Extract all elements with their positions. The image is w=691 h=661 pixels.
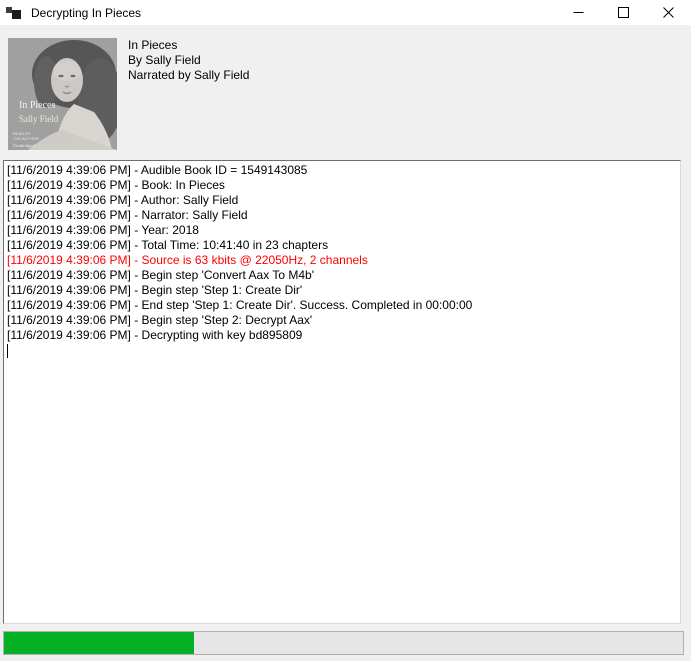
log-line: [11/6/2019 4:39:06 PM] - Year: 2018	[7, 223, 676, 238]
log-line: [11/6/2019 4:39:06 PM] - Begin step 'Ste…	[7, 313, 676, 328]
log-line: [11/6/2019 4:39:06 PM] - Decrypting with…	[7, 328, 676, 343]
book-narrator-label: Narrated by Sally Field	[128, 68, 249, 83]
app-window: Decrypting In Pieces	[0, 0, 691, 661]
log-line: [11/6/2019 4:39:06 PM] - Total Time: 10:…	[7, 238, 676, 253]
log-line: [11/6/2019 4:39:06 PM] - Begin step 'Ste…	[7, 283, 676, 298]
close-button[interactable]	[646, 0, 691, 25]
log-line: [11/6/2019 4:39:06 PM] - Begin step 'Con…	[7, 268, 676, 283]
app-icon	[6, 5, 22, 21]
log-textbox[interactable]: [11/6/2019 4:39:06 PM] - Audible Book ID…	[3, 160, 681, 624]
maximize-button[interactable]	[601, 0, 646, 25]
close-icon	[663, 7, 674, 18]
book-author-label: By Sally Field	[128, 53, 249, 68]
maximize-icon	[618, 7, 629, 18]
book-cover-image: In Pieces Sally Field READ BY THE AUTHOR…	[8, 38, 117, 150]
cover-theauthor-text: THE AUTHOR	[13, 136, 39, 141]
log-line: [11/6/2019 4:39:06 PM] - Book: In Pieces	[7, 178, 676, 193]
minimize-icon	[573, 7, 584, 18]
log-line: [11/6/2019 4:39:06 PM] - Author: Sally F…	[7, 193, 676, 208]
log-line: [11/6/2019 4:39:06 PM] - Source is 63 kb…	[7, 253, 676, 268]
cover-unabridged-text: Unabridged	[13, 143, 35, 148]
title-bar[interactable]: Decrypting In Pieces	[0, 0, 691, 25]
cover-art: In Pieces Sally Field READ BY THE AUTHOR…	[8, 38, 117, 150]
log-line: [11/6/2019 4:39:06 PM] - Narrator: Sally…	[7, 208, 676, 223]
minimize-button[interactable]	[556, 0, 601, 25]
cover-author-text: Sally Field	[19, 114, 59, 124]
app-icon-square-large	[12, 10, 21, 19]
log-line: [11/6/2019 4:39:06 PM] - Audible Book ID…	[7, 163, 676, 178]
book-info: In Pieces By Sally Field Narrated by Sal…	[128, 38, 249, 83]
text-caret	[7, 344, 8, 358]
progress-bar	[3, 631, 684, 655]
progress-fill	[4, 632, 194, 654]
cover-title-text: In Pieces	[19, 100, 55, 111]
log-line: [11/6/2019 4:39:06 PM] - End step 'Step …	[7, 298, 676, 313]
window-title: Decrypting In Pieces	[31, 6, 141, 20]
window-controls	[556, 0, 691, 25]
book-title-label: In Pieces	[128, 38, 249, 53]
